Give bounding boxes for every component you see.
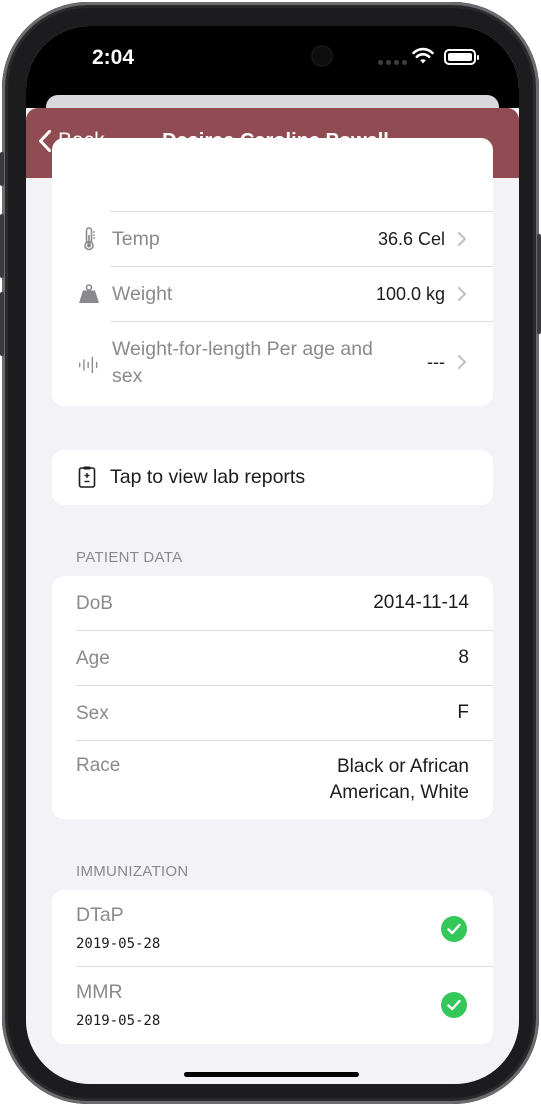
volume-up-button bbox=[0, 214, 4, 278]
vitals-card: Temp 36.6 Cel Weight 100.0 kg Weight-for… bbox=[52, 138, 493, 406]
battery-icon bbox=[444, 49, 479, 65]
immunization-date: 2019-05-28 bbox=[76, 936, 161, 952]
checkmark-circle-icon bbox=[441, 992, 467, 1018]
vital-label-weight: Weight bbox=[112, 283, 173, 305]
checkmark-circle-icon bbox=[441, 916, 467, 942]
immunization-date: 2019-05-28 bbox=[76, 1013, 161, 1029]
section-header-immunization: IMMUNIZATION bbox=[76, 863, 189, 880]
immunization-card: DTaP 2019-05-28 MMR 2019-05-28 bbox=[52, 890, 493, 1044]
vital-value-temp: 36.6 Cel bbox=[377, 229, 445, 249]
sex-value: F bbox=[457, 702, 469, 723]
action-button bbox=[0, 152, 4, 186]
dob-label: DoB bbox=[76, 593, 113, 614]
vital-row-weight[interactable]: Weight 100.0 kg bbox=[52, 267, 493, 321]
vital-row-temp[interactable]: Temp 36.6 Cel bbox=[52, 212, 493, 266]
patient-row-sex: Sex F bbox=[52, 686, 493, 740]
immunization-row-mmr: MMR 2019-05-28 bbox=[52, 967, 493, 1044]
age-label: Age bbox=[76, 648, 110, 669]
race-label: Race bbox=[76, 755, 121, 776]
age-value: 8 bbox=[458, 647, 469, 668]
immunization-name: DTaP bbox=[76, 904, 124, 926]
lab-reports-label: Tap to view lab reports bbox=[110, 466, 306, 488]
patient-row-race: Race Black or African American, White bbox=[52, 741, 493, 819]
section-header-patient-data: PATIENT DATA bbox=[76, 549, 183, 566]
vital-value-weight: 100.0 kg bbox=[375, 284, 445, 304]
patient-row-dob: DoB 2014-11-14 bbox=[52, 576, 493, 630]
lab-reports-button[interactable]: Tap to view lab reports bbox=[52, 450, 493, 505]
thermometer-icon bbox=[78, 227, 100, 251]
patient-row-age: Age 8 bbox=[52, 631, 493, 685]
chevron-right-icon bbox=[457, 354, 467, 370]
patient-detail-sheet: Back Desiree Caroline Powell bbox=[26, 108, 519, 1084]
race-value: Black or African American, White bbox=[329, 756, 469, 803]
chevron-right-icon bbox=[457, 286, 467, 302]
front-camera bbox=[313, 47, 331, 65]
waveform-icon bbox=[78, 353, 100, 377]
volume-down-button bbox=[0, 292, 4, 356]
vital-label-temp: Temp bbox=[112, 228, 160, 250]
lab-report-icon bbox=[78, 466, 96, 488]
status-time: 2:04 bbox=[92, 46, 135, 69]
immunization-row-dtap: DTaP 2019-05-28 bbox=[52, 890, 493, 966]
vital-row-weight-for-length[interactable]: Weight-for-length Per age and sex --- bbox=[52, 322, 493, 406]
chevron-right-icon bbox=[457, 231, 467, 247]
immunization-name: MMR bbox=[76, 981, 123, 1003]
weight-icon bbox=[78, 282, 100, 306]
wifi-icon bbox=[412, 47, 434, 64]
phone-frame: 2:04 Back Desiree Caroline Powell bbox=[0, 2, 541, 1104]
home-indicator[interactable] bbox=[184, 1072, 359, 1077]
dob-value: 2014-11-14 bbox=[373, 592, 469, 613]
sex-label: Sex bbox=[76, 703, 109, 724]
screen: 2:04 Back Desiree Caroline Powell bbox=[26, 26, 519, 1084]
vital-label-weight-for-length: Weight-for-length Per age and sex bbox=[112, 338, 373, 387]
power-button bbox=[537, 234, 541, 334]
signal-icon bbox=[378, 60, 407, 65]
patient-data-card: DoB 2014-11-14 Age 8 Sex F Race Black or… bbox=[52, 576, 493, 819]
vital-value-weight-for-length: --- bbox=[427, 352, 445, 372]
